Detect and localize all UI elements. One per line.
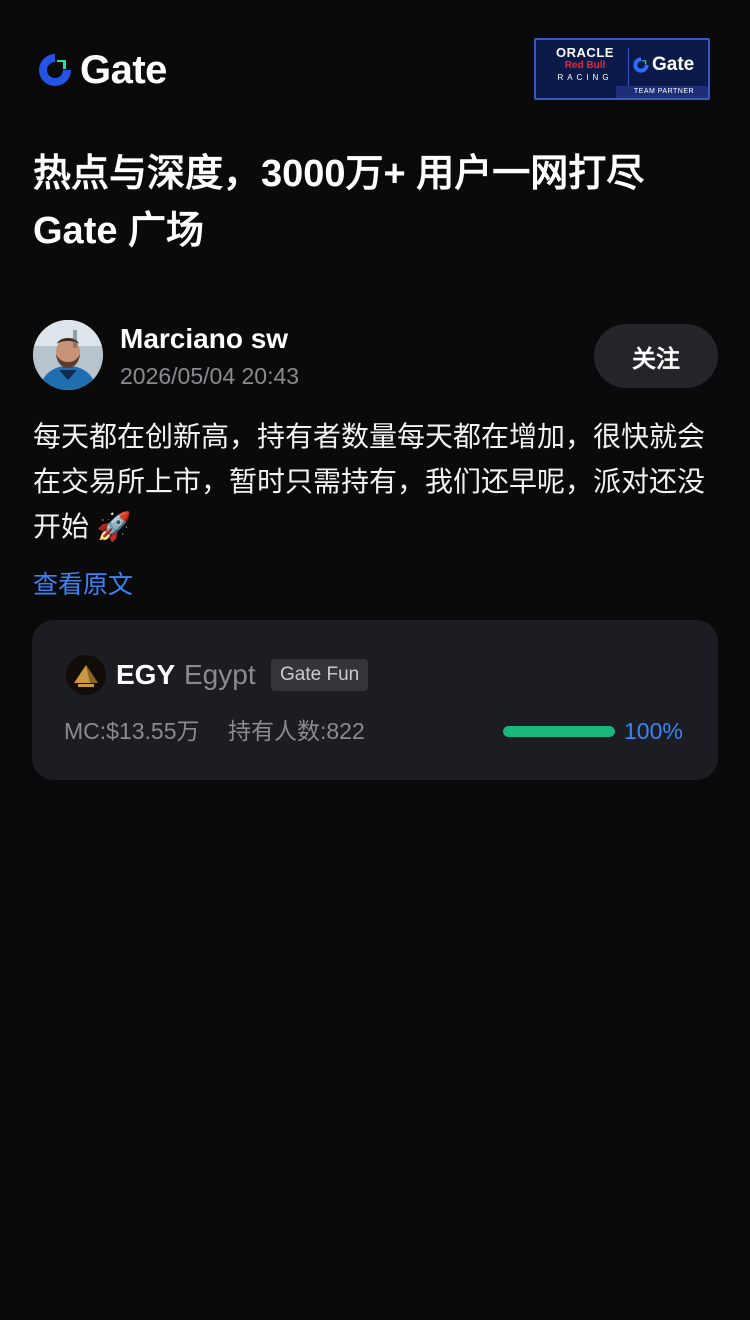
partner-racing-block: ORACLE Red Bull RACING (544, 46, 626, 83)
token-name: Egypt (184, 659, 256, 690)
gate-mini-icon (633, 57, 649, 73)
headline-line-2: Gate 广场 (33, 210, 205, 252)
bonding-progress-fill (503, 726, 615, 737)
partner-divider (628, 48, 629, 86)
partner-gate-text: Gate (652, 54, 695, 75)
team-partner-badge: ORACLE Red Bull RACING Gate TEAM PARTNER (534, 38, 710, 100)
partner-gate-block: Gate (632, 54, 694, 76)
gate-logo-icon (39, 54, 71, 86)
partner-racing-text: RACING (557, 73, 613, 82)
page: Gate ORACLE Red Bull RACING Gate TEAM PA… (0, 0, 750, 1320)
view-original-link[interactable]: 查看原文 (33, 567, 133, 603)
author-name[interactable]: Marciano sw (120, 322, 288, 356)
gate-logo[interactable]: Gate (36, 50, 167, 90)
token-market-cap: MC:$13.55万 (64, 718, 200, 744)
author-avatar[interactable] (33, 320, 103, 390)
partner-redbull-text: Red Bull (564, 60, 606, 71)
token-holders: 持有人数:822 (228, 718, 365, 744)
bonding-progress-bar (503, 726, 615, 737)
headline-line-1: 热点与深度，3000万+ 用户一网打尽 (33, 153, 645, 195)
header: Gate ORACLE Red Bull RACING Gate TEAM PA… (0, 0, 750, 130)
team-partner-label: TEAM PARTNER (616, 86, 708, 98)
logo-text: Gate (80, 48, 167, 92)
avatar-image (33, 320, 103, 390)
token-symbol: EGY (116, 659, 176, 690)
page-headline: 热点与深度，3000万+ 用户一网打尽 Gate 广场 (33, 146, 723, 260)
token-platform-tag: Gate Fun (271, 659, 369, 691)
partner-oracle-text: ORACLE (556, 45, 614, 60)
post-body: 每天都在创新高，持有者数量每天都在增加，很快就会在交易所上市，暂时只需持有，我们… (33, 421, 706, 542)
bonding-progress-label: 100% (624, 718, 683, 744)
token-card[interactable]: EGY Egypt Gate Fun MC:$13.55万 持有人数:822 1… (32, 620, 718, 780)
follow-button[interactable]: 关注 (594, 324, 718, 388)
post-timestamp: 2026/05/04 20:43 (120, 363, 300, 389)
token-logo-icon (66, 655, 106, 695)
